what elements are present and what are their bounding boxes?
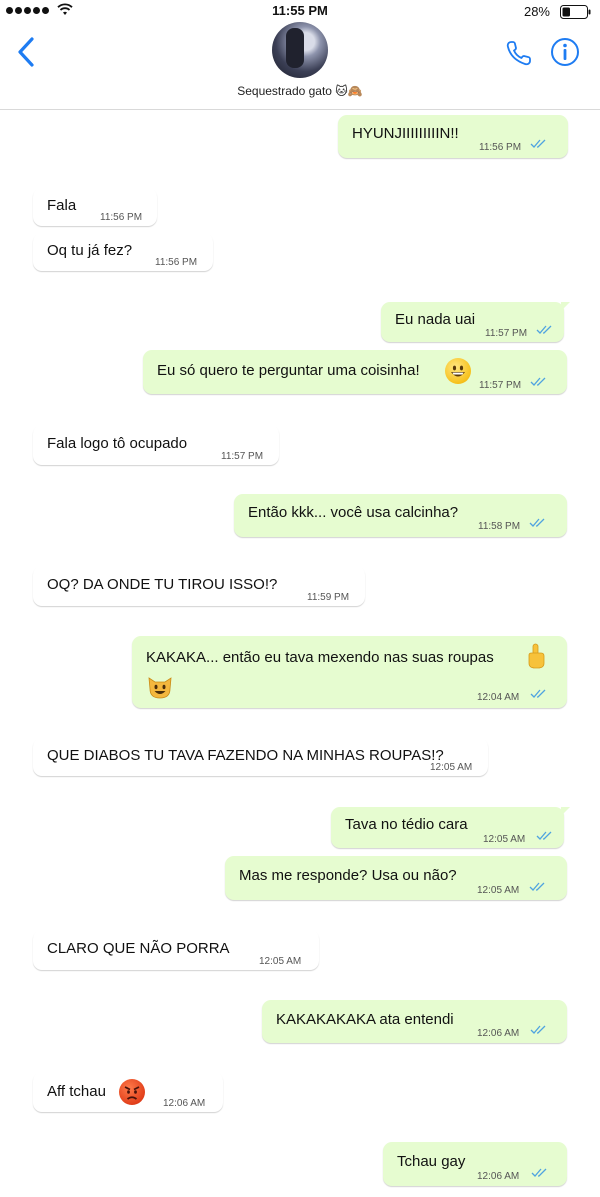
message-text: Oq tu já fez? bbox=[47, 242, 133, 259]
message-text: Tava no tédio cara bbox=[345, 816, 468, 833]
outgoing-message[interactable]: KAKAKAKAKA ata entendi 12:06 AM bbox=[262, 1000, 567, 1043]
incoming-message[interactable]: Oq tu já fez? 11:56 PM bbox=[33, 233, 213, 271]
incoming-message[interactable]: OQ? DA ONDE TU TIROU ISSO!? 11:59 PM bbox=[33, 566, 365, 606]
message-time: 12:05 AM bbox=[483, 834, 526, 845]
outgoing-message[interactable]: HYUNJIIIIIIIIIN!! 11:56 PM bbox=[338, 115, 568, 158]
read-receipt-icon bbox=[530, 1025, 546, 1034]
message-time: 11:59 PM bbox=[307, 592, 350, 603]
message-text: OQ? DA ONDE TU TIROU ISSO!? bbox=[47, 576, 278, 593]
message-text: Eu nada uai bbox=[395, 311, 476, 328]
message-text: CLARO QUE NÃO PORRA bbox=[47, 940, 230, 957]
message-list: HYUNJIIIIIIIIIN!! 11:56 PM Fala 11:56 PM… bbox=[0, 110, 600, 1197]
grinning-face-icon bbox=[445, 358, 471, 384]
incoming-message[interactable]: QUE DIABOS TU TAVA FAZENDO NA MINHAS ROU… bbox=[33, 738, 488, 776]
read-receipt-icon bbox=[529, 518, 545, 527]
angry-face-icon bbox=[119, 1079, 145, 1105]
message-time: 11:56 PM bbox=[100, 212, 143, 223]
message-time: 12:05 AM bbox=[430, 762, 473, 773]
contact-avatar[interactable] bbox=[272, 22, 328, 78]
incoming-message[interactable]: Aff tchau 12:06 AM bbox=[33, 1072, 223, 1112]
read-receipt-icon bbox=[530, 139, 546, 148]
outgoing-message[interactable]: Então kkk... você usa calcinha? 11:58 PM bbox=[234, 494, 567, 537]
message-time: 12:06 AM bbox=[163, 1098, 206, 1109]
incoming-message[interactable]: Fala logo tô ocupado 11:57 PM bbox=[33, 425, 279, 465]
message-time: 11:58 PM bbox=[478, 521, 521, 532]
outgoing-message[interactable]: KAKAKA... então eu tava mexendo nas suas… bbox=[132, 636, 567, 708]
read-receipt-icon bbox=[536, 831, 552, 840]
message-text: Eu só quero te perguntar uma coisinha! bbox=[157, 362, 420, 379]
message-time: 11:56 PM bbox=[479, 142, 522, 153]
grinning-cat-icon bbox=[146, 672, 174, 700]
message-text: Mas me responde? Usa ou não? bbox=[239, 867, 457, 884]
outgoing-message[interactable]: Eu só quero te perguntar uma coisinha! 1… bbox=[143, 350, 567, 394]
pointing-up-hand-icon bbox=[524, 642, 548, 670]
message-time: 11:57 PM bbox=[485, 328, 528, 339]
status-bar: 11:55 PM 28% bbox=[0, 0, 600, 22]
status-time: 11:55 PM bbox=[272, 3, 328, 18]
message-time: 12:05 AM bbox=[477, 885, 520, 896]
incoming-message[interactable]: Fala 11:56 PM bbox=[33, 188, 157, 226]
message-time: 11:57 PM bbox=[221, 451, 264, 462]
message-time: 12:06 AM bbox=[477, 1028, 520, 1039]
battery-icon bbox=[560, 5, 591, 19]
message-time: 11:56 PM bbox=[155, 257, 198, 268]
outgoing-message[interactable]: Tchau gay 12:06 AM bbox=[383, 1142, 567, 1186]
message-text: KAKAKA... então eu tava mexendo nas suas… bbox=[146, 649, 494, 666]
read-receipt-icon bbox=[531, 1168, 547, 1177]
info-button[interactable] bbox=[550, 37, 580, 67]
contact-name[interactable]: Sequestrado gato 🐱🙈 bbox=[0, 84, 600, 98]
message-time: 12:05 AM bbox=[259, 956, 302, 967]
outgoing-message[interactable]: Mas me responde? Usa ou não? 12:05 AM bbox=[225, 856, 567, 900]
back-button[interactable] bbox=[14, 36, 40, 68]
message-text: Tchau gay bbox=[397, 1153, 466, 1170]
message-text: Fala bbox=[47, 197, 77, 214]
message-time: 12:04 AM bbox=[477, 692, 520, 703]
message-text: Aff tchau bbox=[47, 1083, 106, 1100]
chat-header: Sequestrado gato 🐱🙈 bbox=[0, 22, 600, 110]
message-text: HYUNJIIIIIIIIIN!! bbox=[352, 125, 459, 142]
outgoing-message[interactable]: Eu nada uai 11:57 PM bbox=[381, 302, 570, 342]
message-text: QUE DIABOS TU TAVA FAZENDO NA MINHAS ROU… bbox=[47, 747, 444, 764]
read-receipt-icon bbox=[536, 325, 552, 334]
read-receipt-icon bbox=[530, 377, 546, 386]
read-receipt-icon bbox=[530, 689, 546, 698]
battery-percentage: 28% bbox=[523, 4, 550, 19]
incoming-message[interactable]: CLARO QUE NÃO PORRA 12:05 AM bbox=[33, 930, 319, 970]
message-text: Então kkk... você usa calcinha? bbox=[248, 504, 459, 521]
message-time: 11:57 PM bbox=[479, 380, 522, 391]
read-receipt-icon bbox=[529, 882, 545, 891]
phone-call-button[interactable] bbox=[504, 38, 534, 68]
message-text: KAKAKAKAKA ata entendi bbox=[276, 1011, 454, 1028]
message-time: 12:06 AM bbox=[477, 1171, 520, 1182]
outgoing-message[interactable]: Tava no tédio cara 12:05 AM bbox=[331, 807, 570, 848]
message-text: Fala logo tô ocupado bbox=[47, 435, 188, 452]
